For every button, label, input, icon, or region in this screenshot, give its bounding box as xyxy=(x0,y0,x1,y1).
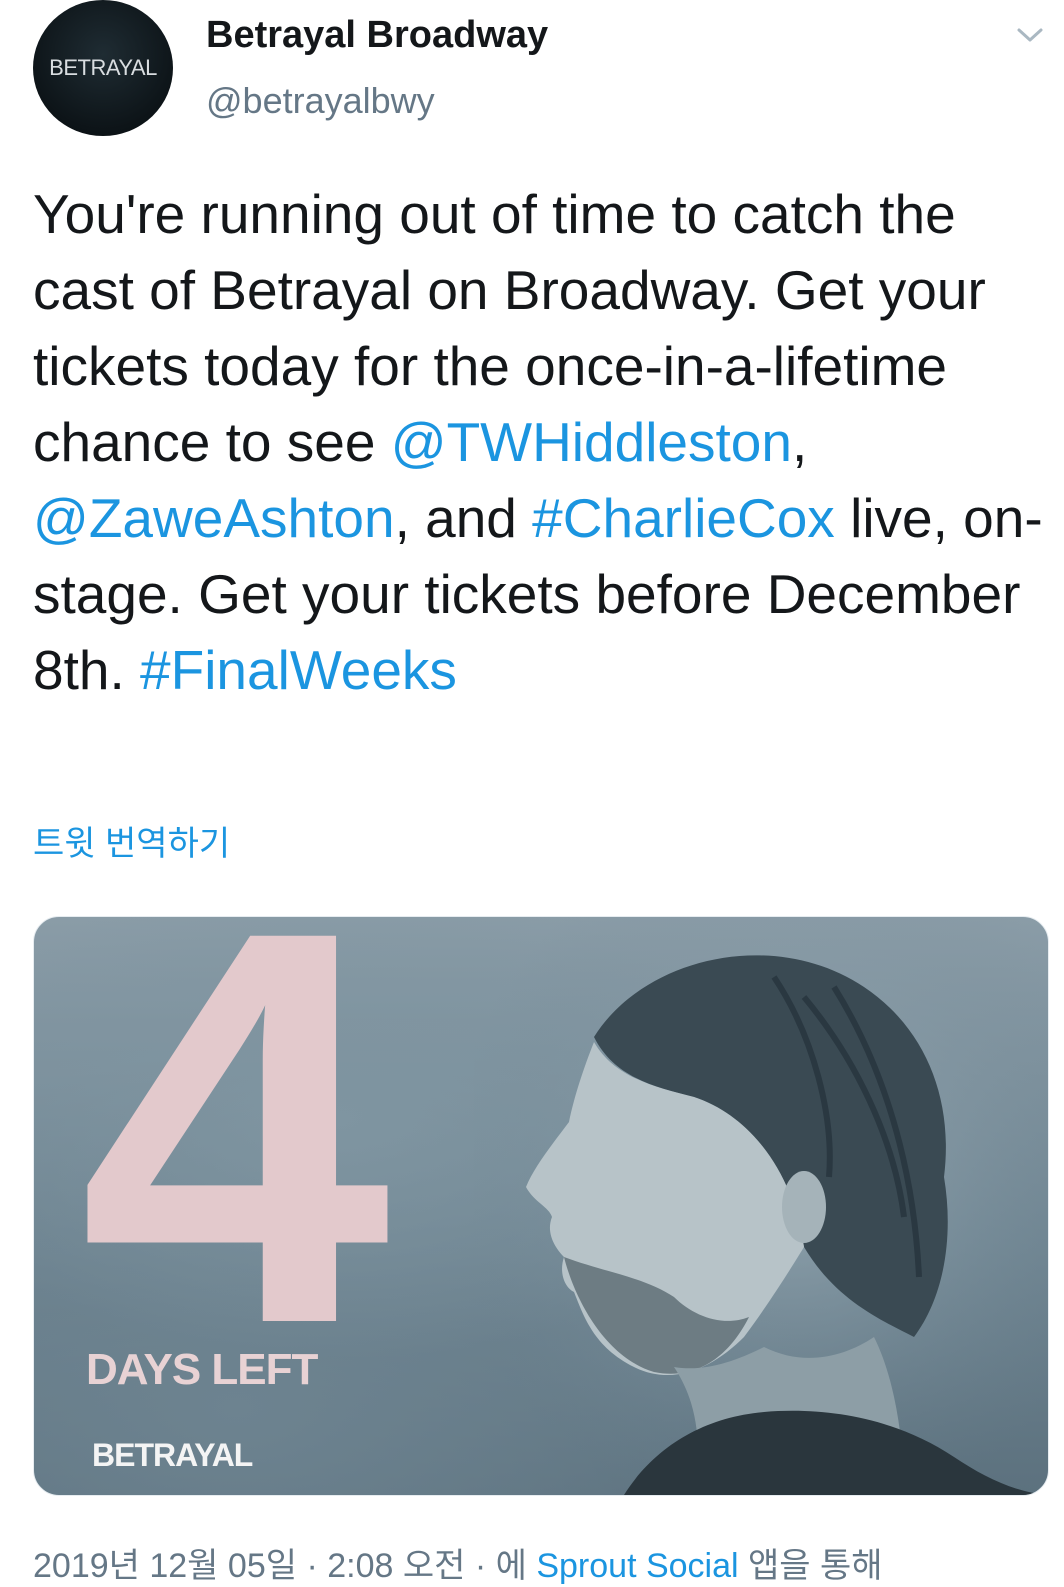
timestamp-suffix: 앱을 통해 xyxy=(738,1547,883,1585)
mention-twhiddleston[interactable]: @TWHiddleston xyxy=(391,411,792,473)
betrayal-wordmark: BETRAYAL xyxy=(92,1437,253,1473)
days-count-number: 4 xyxy=(79,916,390,1440)
hashtag-charliecox[interactable]: #CharlieCox xyxy=(532,487,835,549)
tweet-media-image[interactable]: 4 DAYS LEFT BETRAYAL xyxy=(33,916,1049,1496)
tweet-text-segment: , and xyxy=(394,487,533,549)
hashtag-finalweeks[interactable]: #FinalWeeks xyxy=(140,639,457,701)
translate-tweet-link[interactable]: 트윗 번역하기 xyxy=(33,816,230,865)
chevron-down-icon[interactable] xyxy=(1016,24,1044,46)
portrait-illustration xyxy=(474,917,1048,1495)
avatar[interactable]: BETRAYAL xyxy=(33,0,173,136)
days-left-caption: DAYS LEFT xyxy=(86,1345,318,1394)
tweet-timestamp: 2019년 12월 05일 · 2:08 오전 · 에 Sprout Socia… xyxy=(33,1538,883,1587)
avatar-logo-text: BETRAYAL xyxy=(49,55,157,80)
tweet-text: You're running out of time to catch the … xyxy=(33,176,1058,708)
tweet-text-segment: , xyxy=(791,411,808,473)
source-app-link[interactable]: Sprout Social xyxy=(536,1547,738,1585)
timestamp-text[interactable]: 2019년 12월 05일 · 2:08 오전 · 에 xyxy=(33,1547,536,1585)
display-name[interactable]: Betrayal Broadway xyxy=(206,14,548,57)
mention-zaweashton[interactable]: @ZaweAshton xyxy=(33,487,395,549)
user-handle[interactable]: @betrayalbwy xyxy=(206,80,435,122)
